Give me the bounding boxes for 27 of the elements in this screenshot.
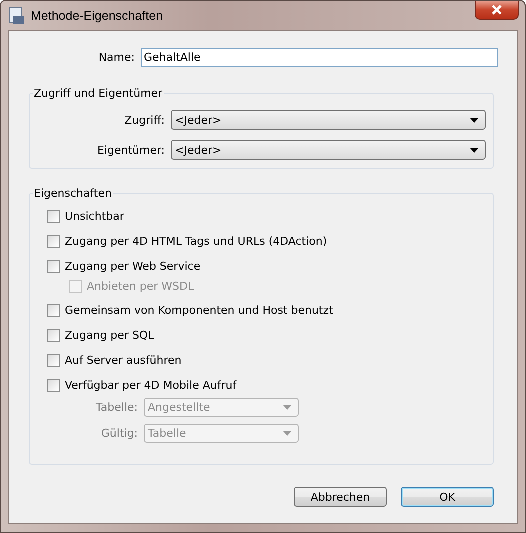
checkbox[interactable]: Auf Server ausführen — [47, 353, 182, 368]
checkbox[interactable]: Gemeinsam von Komponenten und Host benutzt — [47, 303, 334, 318]
window-title: Methode-Eigenschaften — [31, 8, 164, 22]
field-label: Zugriff: — [124, 114, 165, 126]
app-icon — [9, 6, 25, 24]
field-label: Eigentümer: — [96, 144, 165, 156]
caret-icon — [470, 118, 479, 122]
caret-icon — [283, 405, 292, 410]
close-button[interactable] — [475, 1, 519, 20]
caret-icon — [470, 148, 479, 152]
field-label: Gültig: — [100, 427, 138, 440]
name-field[interactable]: GehaltAlle — [141, 48, 498, 67]
caret-icon — [283, 431, 292, 436]
checkbox[interactable]: Zugang per Web Service — [47, 259, 201, 274]
group-title: Eigenschaften — [33, 187, 113, 200]
checkbox[interactable]: Zugang per 4D HTML Tags und URLs (4DAction) — [47, 234, 328, 249]
close-icon — [491, 5, 503, 15]
dropdown[interactable]: <Jeder> — [171, 140, 486, 160]
cancel-button[interactable]: Abbrechen — [294, 487, 387, 507]
dropdown[interactable]: <Jeder> — [171, 110, 486, 130]
field-label: Tabelle: — [95, 401, 138, 414]
checkbox[interactable]: Zugang per SQL — [47, 328, 154, 343]
ok-button[interactable]: OK — [401, 487, 494, 507]
group-title: Zugriff und Eigentümer — [33, 87, 164, 100]
checkbox[interactable]: Unsichtbar — [47, 209, 124, 224]
checkbox[interactable]: Verfügbar per 4D Mobile Aufruf — [47, 378, 237, 393]
name-label: Name: — [98, 51, 135, 64]
